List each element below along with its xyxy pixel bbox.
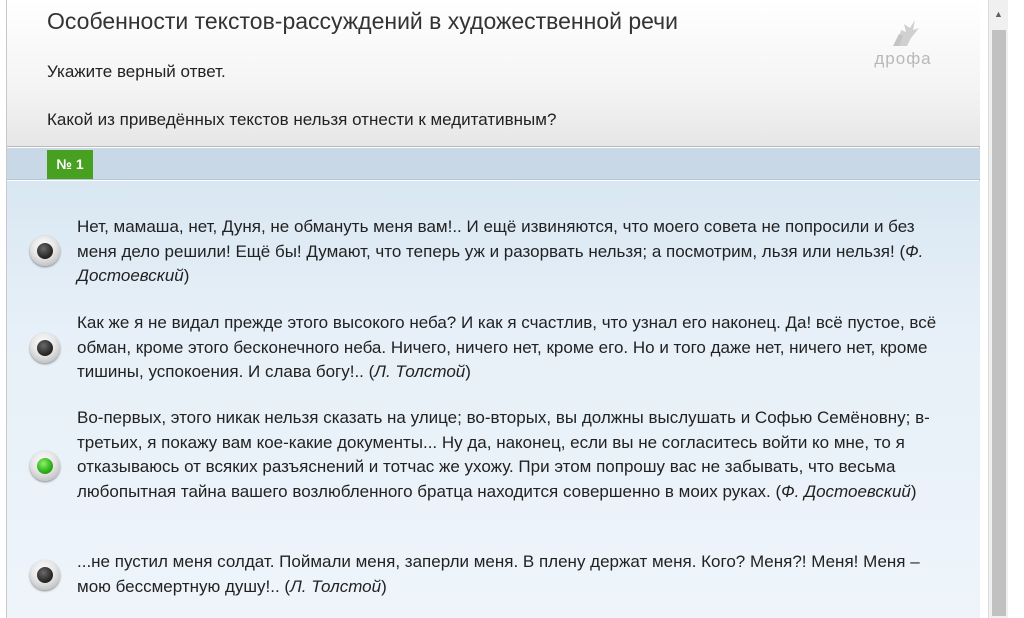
answer-text: Во-первых, этого никак нельзя сказать на… bbox=[77, 406, 957, 504]
question-header: Особенности текстов-рассуждений в художе… bbox=[7, 0, 980, 147]
test-page: Особенности текстов-рассуждений в художе… bbox=[6, 0, 980, 618]
answer-text: Как же я не видал прежде этого высокого … bbox=[77, 311, 957, 385]
bird-logo-icon bbox=[893, 20, 919, 46]
scroll-thumb[interactable] bbox=[992, 30, 1006, 616]
instruction-text: Укажите верный ответ. bbox=[47, 62, 226, 81]
radio-dot-icon bbox=[37, 340, 53, 356]
radio-dot-icon bbox=[37, 458, 53, 474]
answer-list: Нет, мамаша, нет, Дуня, не обмануть меня… bbox=[7, 181, 980, 618]
scroll-up-arrow-icon[interactable]: ▲ bbox=[989, 2, 1008, 26]
answer-author: Л. Толстой bbox=[290, 576, 382, 596]
answer-author: Ф. Достоевский bbox=[781, 481, 911, 501]
vertical-scrollbar[interactable]: ▲ bbox=[988, 0, 1008, 618]
question-number-bar: № 1 bbox=[7, 148, 980, 180]
answer-author: Л. Толстой bbox=[374, 362, 466, 381]
answer-text: Нет, мамаша, нет, Дуня, не обмануть меня… bbox=[77, 215, 957, 289]
answer-body: ...не пустил меня солдат. Поймали меня, … bbox=[77, 552, 920, 596]
answer-radio[interactable] bbox=[30, 333, 60, 363]
answer-body: Нет, мамаша, нет, Дуня, не обмануть меня… bbox=[77, 217, 915, 261]
answer-radio[interactable] bbox=[30, 560, 60, 590]
question-text: Какой из приведённых текстов нельзя отне… bbox=[47, 110, 557, 129]
radio-dot-icon bbox=[37, 567, 53, 583]
logo-text: дрофа bbox=[874, 49, 932, 68]
answer-tail: ) bbox=[183, 266, 190, 285]
page-title: Особенности текстов-рассуждений в художе… bbox=[47, 8, 679, 34]
answer-tail: ) bbox=[465, 362, 471, 381]
answer-tail: ) bbox=[910, 481, 917, 501]
radio-dot-icon bbox=[37, 243, 53, 259]
answer-radio[interactable] bbox=[30, 236, 60, 266]
answer-body: Как же я не видал прежде этого высокого … bbox=[77, 313, 937, 381]
answer-tail: ) bbox=[381, 576, 387, 596]
answer-text: ...не пустил меня солдат. Поймали меня, … bbox=[77, 550, 957, 599]
drofa-logo: дрофа bbox=[863, 16, 943, 72]
question-number-badge[interactable]: № 1 bbox=[47, 150, 93, 179]
answer-radio-selected[interactable] bbox=[30, 451, 60, 481]
